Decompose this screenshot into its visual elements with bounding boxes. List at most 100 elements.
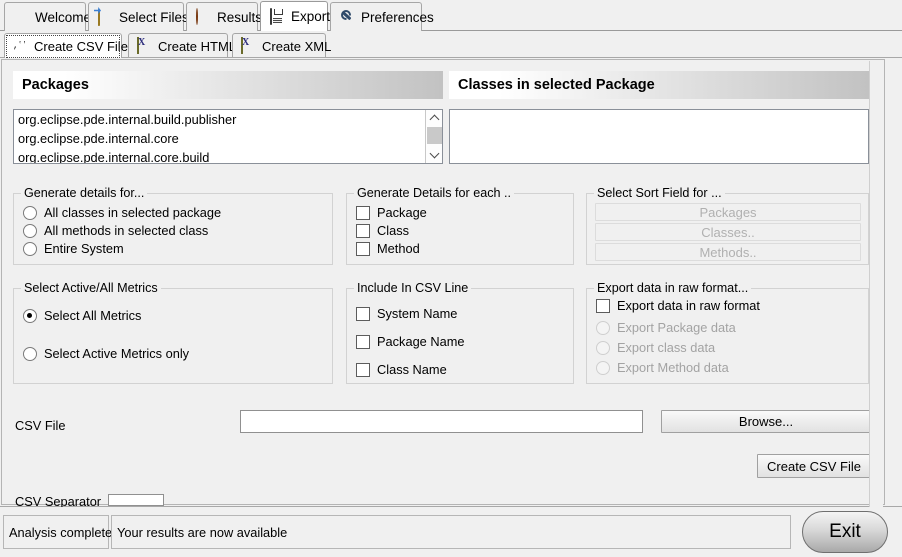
tab-results-label: Results bbox=[217, 9, 263, 25]
radio-label: Entire System bbox=[44, 241, 124, 256]
scrollbar-thumb[interactable] bbox=[427, 127, 442, 144]
packages-list-scrollbar[interactable] bbox=[425, 110, 442, 163]
radio-button-icon bbox=[23, 241, 37, 256]
status-analysis: Analysis complete bbox=[3, 515, 112, 549]
list-item[interactable]: org.eclipse.pde.internal.core bbox=[14, 129, 442, 148]
csv-file-label: CSV File bbox=[15, 418, 66, 433]
status-message: Your results are now available bbox=[111, 515, 791, 549]
packages-list[interactable]: org.eclipse.pde.internal.build.publisher… bbox=[13, 109, 443, 164]
tab-results[interactable]: Results bbox=[186, 2, 262, 31]
checkbox-system-name[interactable]: System Name bbox=[356, 306, 457, 321]
checkbox-label: Class Name bbox=[377, 362, 447, 377]
checkbox-label: Package Name bbox=[377, 334, 465, 349]
status-bar: Analysis complete Your results are now a… bbox=[0, 507, 902, 557]
radio-button-icon bbox=[23, 205, 37, 220]
classes-header: Classes in selected Package bbox=[449, 71, 869, 99]
browse-button[interactable]: Browse... bbox=[661, 410, 871, 433]
checkbox-label: Class bbox=[377, 223, 409, 238]
pie-chart-icon bbox=[196, 8, 212, 25]
scroll-down-icon[interactable] bbox=[426, 144, 442, 161]
select-sort-field-group: Select Sort Field for ... Packages Class… bbox=[586, 186, 869, 265]
radio-entire-system[interactable]: Entire System bbox=[23, 241, 124, 256]
checkbox-icon bbox=[356, 205, 370, 220]
sort-packages-button[interactable]: Packages bbox=[595, 203, 861, 221]
radio-export-method-data[interactable]: Export Method data bbox=[596, 360, 729, 375]
tab-create-xml[interactable]: X Create XML bbox=[232, 33, 331, 58]
radio-button-icon bbox=[23, 346, 37, 361]
radio-select-active-metrics-only[interactable]: Select Active Metrics only bbox=[23, 346, 189, 361]
checkbox-label: System Name bbox=[377, 306, 458, 321]
tab-welcome-label: Welcome bbox=[35, 9, 92, 25]
checkbox-each-class[interactable]: Class bbox=[356, 223, 409, 238]
checkbox-label: Package bbox=[377, 205, 427, 220]
radio-label: All methods in selected class bbox=[44, 223, 209, 238]
tab-preferences[interactable]: Preferences bbox=[330, 2, 434, 31]
tab-select-files[interactable]: Select Files bbox=[88, 2, 189, 31]
export-window: Welcome Select Files Results Export Pref… bbox=[0, 0, 902, 557]
checkbox-export-raw-format[interactable]: Export data in raw format bbox=[596, 298, 760, 313]
generate-details-for-title: Generate details for... bbox=[21, 186, 148, 200]
sort-methods-button[interactable]: Methods.. bbox=[595, 243, 861, 261]
radio-select-all-metrics[interactable]: Select All Metrics bbox=[23, 308, 141, 323]
checkbox-each-package[interactable]: Package bbox=[356, 205, 427, 220]
list-item[interactable]: org.eclipse.pde.internal.build.publisher bbox=[14, 110, 442, 129]
checkbox-class-name[interactable]: Class Name bbox=[356, 362, 447, 377]
checkbox-icon bbox=[356, 223, 370, 238]
content-vertical-scrollbar[interactable] bbox=[869, 61, 883, 507]
checkbox-label: Method bbox=[377, 241, 420, 256]
radio-all-methods-in-class[interactable]: All methods in selected class bbox=[23, 223, 208, 238]
checkbox-icon bbox=[596, 298, 610, 313]
scroll-up-icon[interactable] bbox=[426, 110, 442, 127]
x-document-icon: X bbox=[241, 37, 257, 54]
tab-create-csv-file[interactable]: ,ʽʼ Create CSV File bbox=[4, 33, 128, 58]
select-sort-field-title: Select Sort Field for ... bbox=[594, 186, 725, 200]
radio-label: Export class data bbox=[617, 340, 716, 355]
packages-header: Packages bbox=[13, 71, 443, 99]
checkbox-icon bbox=[356, 241, 370, 256]
radio-label: All classes in selected package bbox=[44, 205, 222, 220]
radio-label: Export Package data bbox=[617, 320, 736, 335]
open-folder-icon bbox=[98, 9, 114, 26]
main-tab-bar: Welcome Select Files Results Export Pref… bbox=[0, 0, 902, 31]
radio-label: Select All Metrics bbox=[44, 308, 142, 323]
list-item[interactable]: org.eclipse.pde.internal.core.build bbox=[14, 148, 442, 163]
checkbox-icon bbox=[356, 334, 370, 349]
radio-label: Select Active Metrics only bbox=[44, 346, 190, 361]
generate-details-for-group: Generate details for... All classes in s… bbox=[13, 186, 333, 265]
csv-file-input[interactable] bbox=[241, 411, 642, 432]
radio-export-class-data[interactable]: Export class data bbox=[596, 340, 715, 355]
checkbox-package-name[interactable]: Package Name bbox=[356, 334, 465, 349]
exit-button[interactable]: Exit bbox=[802, 511, 888, 553]
csv-file-field[interactable] bbox=[240, 410, 643, 433]
radio-button-icon bbox=[23, 308, 37, 323]
checkbox-icon bbox=[356, 306, 370, 321]
tab-welcome[interactable]: Welcome bbox=[4, 2, 91, 31]
select-metrics-group: Select Active/All Metrics Select All Met… bbox=[13, 281, 333, 384]
checkbox-icon bbox=[356, 362, 370, 377]
floppy-disk-icon bbox=[270, 7, 286, 25]
export-content-panel: Packages Classes in selected Package org… bbox=[0, 57, 902, 509]
export-raw-title: Export data in raw format... bbox=[594, 281, 752, 295]
radio-export-package-data[interactable]: Export Package data bbox=[596, 320, 736, 335]
sort-classes-button[interactable]: Classes.. bbox=[595, 223, 861, 241]
csv-separator-field[interactable] bbox=[108, 494, 164, 507]
csv-separator-input[interactable] bbox=[109, 496, 163, 507]
create-csv-file-button[interactable]: Create CSV File bbox=[757, 454, 871, 478]
radio-all-classes-in-package[interactable]: All classes in selected package bbox=[23, 205, 221, 220]
select-metrics-title: Select Active/All Metrics bbox=[21, 281, 161, 295]
bird-icon bbox=[14, 9, 30, 25]
tab-create-csv-file-label: Create CSV File bbox=[34, 38, 128, 54]
x-document-icon: X bbox=[137, 37, 153, 54]
radio-button-icon bbox=[23, 223, 37, 238]
csv-icon: ,ʽʼ bbox=[13, 41, 27, 51]
radio-button-icon bbox=[596, 320, 610, 335]
classes-list[interactable] bbox=[449, 109, 869, 164]
checkbox-each-method[interactable]: Method bbox=[356, 241, 420, 256]
tab-select-files-label: Select Files bbox=[119, 9, 189, 25]
include-in-csv-line-title: Include In CSV Line bbox=[354, 281, 472, 295]
tab-create-html[interactable]: X Create HTML bbox=[128, 33, 236, 58]
tab-export[interactable]: Export bbox=[260, 1, 330, 31]
radio-button-icon bbox=[596, 360, 610, 375]
radio-label: Export Method data bbox=[617, 360, 729, 375]
radio-button-icon bbox=[596, 340, 610, 355]
